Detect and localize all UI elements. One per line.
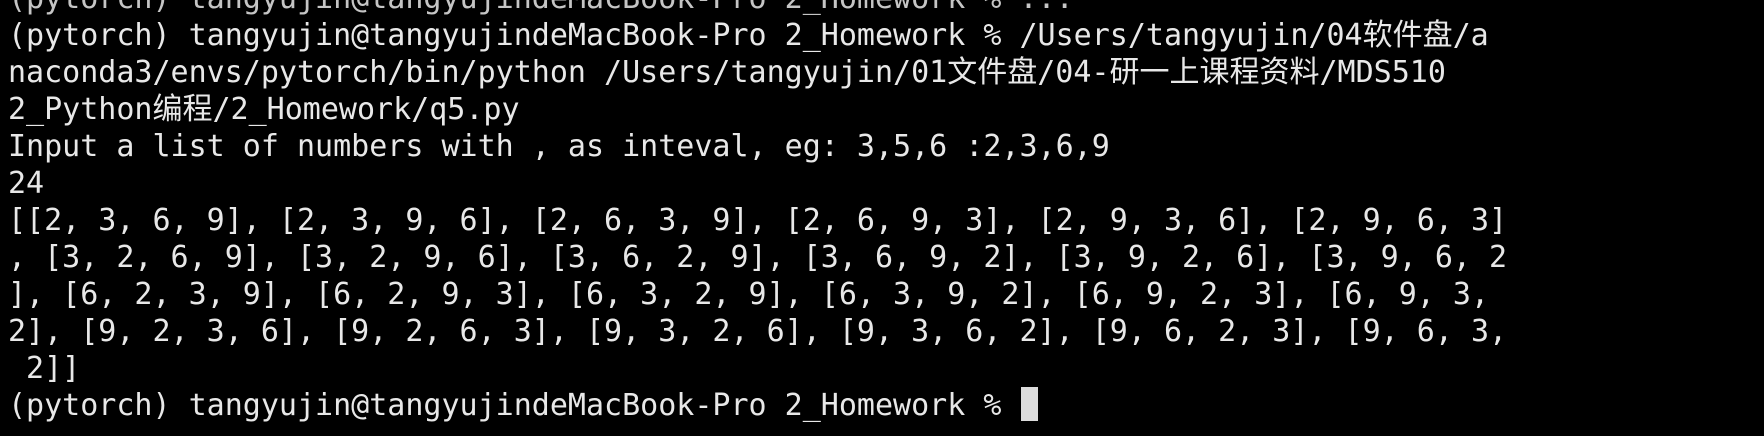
terminal-line-count: 24 <box>8 166 45 201</box>
terminal-window[interactable]: (pytorch) tangyujin@tangyujindeMacBook-P… <box>0 0 1764 436</box>
terminal-line-command-1: (pytorch) tangyujin@tangyujindeMacBook-P… <box>8 18 1489 53</box>
shell-prompt: (pytorch) tangyujin@tangyujindeMacBook-P… <box>8 388 1020 423</box>
terminal-line-result-4: 2], [9, 2, 3, 6], [9, 2, 6, 3], [9, 3, 2… <box>8 314 1508 349</box>
terminal-line-result-2: , [3, 2, 6, 9], [3, 2, 9, 6], [3, 6, 2, … <box>8 240 1508 275</box>
terminal-line-result-5: 2]] <box>8 351 81 386</box>
terminal-line-result-3: ], [6, 2, 3, 9], [6, 2, 9, 3], [6, 3, 2,… <box>8 277 1490 312</box>
terminal-line-previous-command: (pytorch) tangyujin@tangyujindeMacBook-P… <box>8 0 1764 17</box>
terminal-line-command-3: 2_Python编程/2_Homework/q5.py <box>8 92 520 127</box>
text-cursor <box>1021 387 1039 421</box>
terminal-prompt-line[interactable]: (pytorch) tangyujin@tangyujindeMacBook-P… <box>8 387 1764 424</box>
terminal-output: (pytorch) tangyujin@tangyujindeMacBook-P… <box>8 0 1764 424</box>
terminal-line-result-1: [[2, 3, 6, 9], [2, 3, 9, 6], [2, 6, 3, 9… <box>8 203 1508 238</box>
terminal-line-input-prompt: Input a list of numbers with , as inteva… <box>8 129 1110 164</box>
terminal-line-command-2: naconda3/envs/pytorch/bin/python /Users/… <box>8 55 1446 90</box>
